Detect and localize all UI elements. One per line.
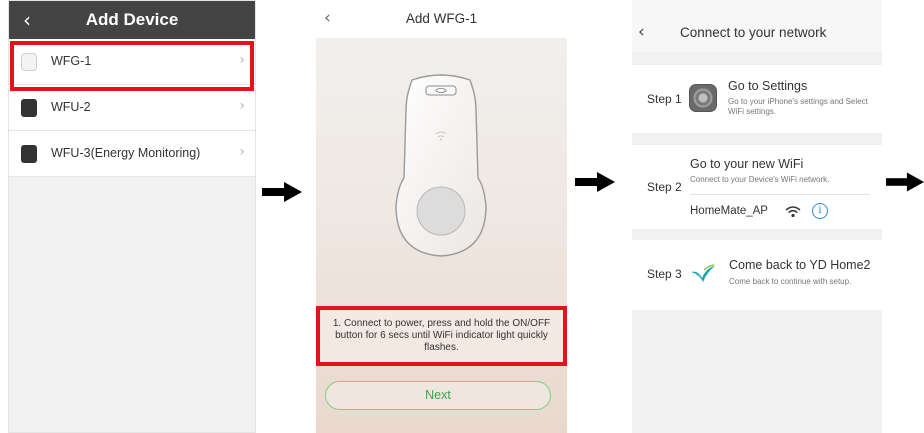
nav-bar: ‹ Add Device <box>9 1 255 39</box>
arrow-right-icon <box>262 182 302 202</box>
device-row-wfu-3[interactable]: WFU-3(Energy Monitoring) › <box>9 131 255 177</box>
highlight-box <box>10 41 254 91</box>
chevron-right-icon: › <box>239 98 245 114</box>
page-title: Add WFG-1 <box>405 11 478 26</box>
divider <box>690 194 870 195</box>
nav-bar: ‹ Add WFG-1 <box>316 0 567 38</box>
page-title: Connect to your network <box>680 25 827 40</box>
step-description: Come back to continue with setup. <box>729 277 852 286</box>
instruction-text: 1. Connect to power, press and hold the … <box>316 306 567 366</box>
wifi-icon <box>785 206 801 218</box>
plug-black-icon <box>21 99 37 117</box>
step-label: Step 1 <box>647 92 682 106</box>
page-title: Add Device <box>85 10 179 29</box>
step-2-card[interactable]: Step 2 Go to your new WiFi Connect to yo… <box>632 145 882 229</box>
step-heading: Go to Settings <box>728 79 808 93</box>
add-wfg-1-screen: ‹ Add WFG-1 1. Connect to power, press a… <box>316 0 567 433</box>
smart-plug-illustration <box>395 74 487 257</box>
step-description: Connect to your Device's WiFi network. <box>690 175 830 184</box>
nav-bar: ‹ Connect to your network <box>632 16 882 52</box>
next-button[interactable]: Next <box>325 381 551 410</box>
connect-network-screen: ‹ Connect to your network Step 1 Go to S… <box>632 0 882 433</box>
settings-icon <box>689 84 717 112</box>
step-label: Step 3 <box>647 267 682 281</box>
chevron-right-icon: › <box>239 144 245 160</box>
plug-black-icon <box>21 145 37 163</box>
back-button[interactable]: ‹ <box>638 22 645 42</box>
device-name: WFU-2 <box>51 100 91 114</box>
add-device-screen: ‹ Add Device WFG-1 › WFU-2 › WFU-3(Energ… <box>8 0 256 433</box>
device-row-wfu-2[interactable]: WFU-2 › <box>9 85 255 131</box>
arrow-right-icon <box>575 172 615 192</box>
step-description: Go to your iPhone's settings and Select … <box>728 97 868 116</box>
status-bar <box>632 0 882 16</box>
wifi-network-name: HomeMate_AP <box>690 205 768 217</box>
info-icon[interactable]: i <box>812 203 828 219</box>
step-heading: Go to your new WiFi <box>690 157 804 171</box>
device-name: WFU-3(Energy Monitoring) <box>51 146 201 160</box>
step-heading: Come back to YD Home2 <box>729 258 871 272</box>
step-3-card[interactable]: Step 3 Come back to YD Home2 Come back t… <box>632 240 882 310</box>
yd-home-logo-icon <box>691 264 715 282</box>
device-illustration <box>316 38 567 433</box>
arrow-right-icon <box>886 172 924 192</box>
step-1-card[interactable]: Step 1 Go to Settings Go to your iPhone'… <box>632 65 882 133</box>
step-label: Step 2 <box>647 180 682 194</box>
